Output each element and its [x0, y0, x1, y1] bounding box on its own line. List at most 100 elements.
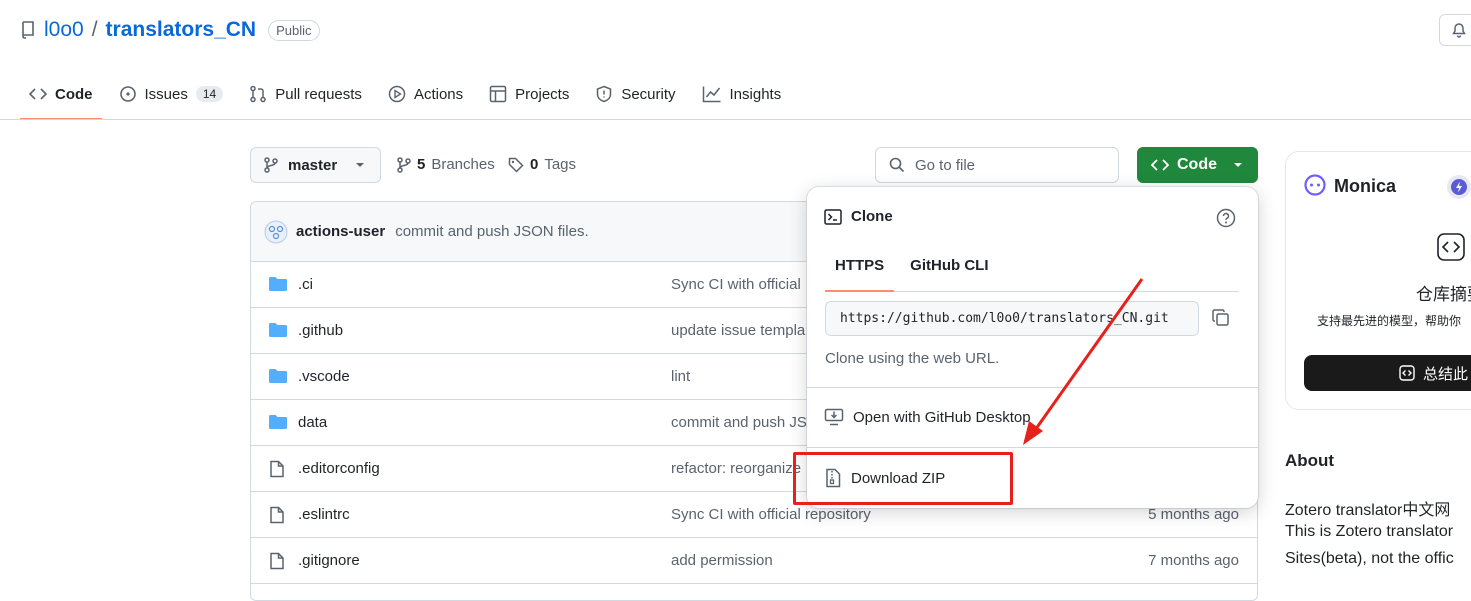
play-icon	[388, 85, 406, 103]
tab-code[interactable]: Code	[20, 74, 102, 120]
pull-request-icon	[250, 85, 266, 103]
desktop-download-icon	[824, 408, 844, 426]
monica-button-label: 总结此	[1423, 365, 1469, 383]
shield-icon	[597, 85, 612, 103]
go-to-file-placeholder: Go to file	[915, 156, 976, 174]
tab-issues-label: Issues	[144, 85, 188, 103]
file-commit-message[interactable]: commit and push JS	[671, 414, 807, 431]
file-commit-message[interactable]: Sync CI with official	[671, 276, 801, 293]
file-name-link[interactable]: .ci	[298, 276, 313, 293]
file-commit-message[interactable]: refactor: reorganize	[671, 460, 801, 477]
branches-label: Branches	[431, 156, 495, 173]
tab-projects[interactable]: Projects	[480, 74, 578, 114]
monica-title: 仓库摘要	[1416, 285, 1471, 304]
tab-insights[interactable]: Insights	[693, 74, 791, 114]
go-to-file-input[interactable]: Go to file	[875, 147, 1119, 183]
file-icon	[269, 506, 285, 524]
monica-name: Monica	[1334, 176, 1397, 196]
tab-actions-label: Actions	[413, 85, 464, 103]
nav-divider	[0, 119, 1471, 120]
visibility-badge: Public	[268, 19, 320, 41]
folder-icon	[269, 414, 287, 430]
monica-subtitle: 支持最先进的模型，帮助你	[1317, 314, 1462, 328]
about-heading: About	[1285, 451, 1335, 470]
branches-count: 5	[417, 156, 426, 173]
tab-pull-requests[interactable]: Pull requests	[240, 74, 371, 114]
notifications-button[interactable]	[1439, 14, 1471, 46]
file-commit-age: 5 months ago	[1148, 506, 1239, 523]
issues-count-badge: 14	[195, 86, 224, 102]
tab-insights-label: Insights	[729, 85, 782, 103]
terminal-icon	[824, 208, 842, 225]
about-description: Sites(beta), not the offic	[1285, 550, 1454, 567]
file-commit-age: 7 months ago	[1148, 552, 1239, 569]
file-name-link[interactable]: .gitignore	[298, 552, 360, 569]
folder-icon	[269, 276, 287, 292]
file-commit-message[interactable]: lint	[671, 368, 690, 385]
commit-message-link[interactable]: commit and push JSON files.	[395, 223, 588, 240]
tags-link[interactable]: 0 Tags	[508, 156, 576, 173]
branches-link[interactable]: 5 Branches	[397, 156, 495, 173]
clone-tab-github-cli[interactable]: GitHub CLI	[900, 247, 998, 291]
code-icon	[29, 88, 47, 100]
table-icon	[489, 85, 507, 103]
file-name-link[interactable]: .eslintrc	[298, 506, 350, 523]
code-square-icon	[1399, 365, 1415, 381]
open-with-desktop-label: Open with GitHub Desktop	[853, 408, 1031, 426]
branch-icon	[264, 157, 278, 173]
file-name-link[interactable]: data	[298, 414, 327, 431]
about-description: Zotero translator中文网	[1285, 502, 1451, 519]
repo-owner-link[interactable]: l0o0	[44, 18, 84, 42]
code-square-icon	[1437, 233, 1465, 261]
arrow-annotation	[1023, 278, 1144, 445]
file-name-link[interactable]: .vscode	[298, 368, 350, 385]
highlight-box	[793, 452, 1013, 505]
caret-down-icon	[356, 163, 365, 167]
tab-security[interactable]: Security	[586, 74, 684, 114]
code-icon	[1151, 159, 1169, 171]
file-name-link[interactable]: .github	[298, 322, 343, 339]
avatar[interactable]	[264, 220, 288, 244]
file-icon	[269, 460, 285, 478]
issue-icon	[119, 86, 136, 102]
clone-tab-https[interactable]: HTTPS	[825, 247, 895, 292]
repo-name-link[interactable]: translators_CN	[106, 18, 257, 42]
code-button-label: Code	[1177, 156, 1217, 173]
repo-icon	[22, 21, 34, 39]
branch-name: master	[288, 156, 338, 174]
file-icon	[269, 552, 285, 570]
file-commit-message[interactable]: add permission	[671, 552, 773, 569]
code-dropdown-button[interactable]: Code	[1137, 147, 1258, 183]
clone-title: Clone	[851, 208, 893, 225]
commit-author-link[interactable]: actions-user	[296, 223, 385, 240]
branch-icon	[397, 156, 411, 173]
graph-icon	[702, 86, 721, 103]
tags-label: Tags	[544, 156, 577, 173]
about-description: This is Zotero translator	[1285, 523, 1454, 540]
file-name-link[interactable]: .editorconfig	[298, 460, 380, 477]
file-commit-message[interactable]: update issue templa	[671, 322, 805, 339]
repo-title: l0o0 / translators_CN Public	[20, 18, 320, 42]
tab-pull-requests-label: Pull requests	[275, 85, 362, 103]
file-commit-message[interactable]: Sync CI with official repository	[671, 506, 871, 523]
repo-separator: /	[91, 18, 98, 41]
open-with-desktop-item[interactable]: Open with GitHub Desktop	[824, 408, 1031, 426]
copy-icon[interactable]	[1211, 308, 1231, 328]
clone-header: Clone	[824, 208, 893, 225]
bell-icon	[1452, 23, 1466, 38]
monica-summarize-button[interactable]: 总结此	[1304, 355, 1471, 391]
tag-icon	[508, 157, 524, 173]
search-icon	[889, 157, 905, 173]
lightning-icon[interactable]	[1446, 174, 1471, 200]
tags-count: 0	[530, 156, 539, 173]
question-icon[interactable]	[1216, 208, 1236, 228]
folder-icon	[269, 322, 287, 338]
clone-hint: Clone using the web URL.	[825, 350, 1000, 367]
tab-actions[interactable]: Actions	[379, 74, 472, 114]
caret-down-icon	[1234, 163, 1242, 167]
tab-issues[interactable]: Issues 14	[110, 74, 233, 114]
tab-security-label: Security	[621, 85, 676, 103]
tab-code-label: Code	[55, 85, 93, 103]
file-row[interactable]: .gitignore add permission 7 months ago	[251, 538, 1257, 584]
branch-selector-button[interactable]: master	[250, 147, 381, 183]
